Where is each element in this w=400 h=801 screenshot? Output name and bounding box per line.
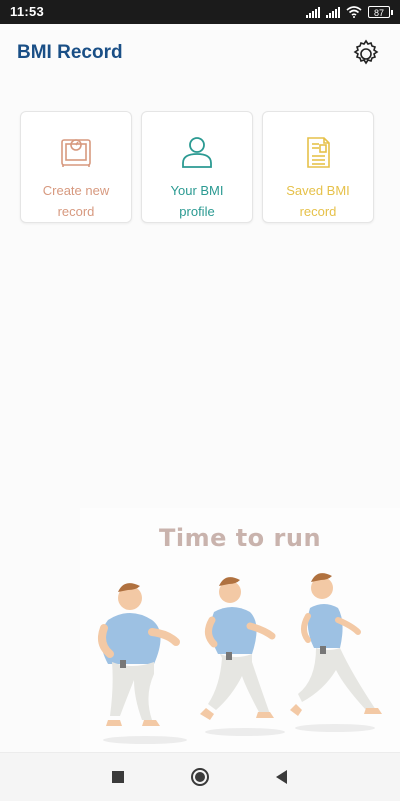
- scale-icon: [61, 139, 91, 167]
- system-nav-bar: [0, 752, 400, 801]
- app-bar: BMI Record: [0, 24, 400, 84]
- settings-button[interactable]: [350, 38, 382, 70]
- wifi-icon: [346, 6, 362, 18]
- home-button[interactable]: [190, 767, 210, 787]
- recents-icon: [112, 771, 124, 783]
- create-record-label: Create new record: [42, 183, 110, 219]
- status-bar: 11:53 87: [0, 0, 400, 24]
- battery-icon: 87: [368, 6, 393, 18]
- running-illustration: Time to run: [80, 508, 400, 752]
- gear-icon: [353, 39, 379, 65]
- bmi-profile-tile[interactable]: Your BMI profile: [141, 111, 253, 223]
- home-icon: [191, 768, 209, 786]
- back-icon: [276, 770, 287, 784]
- create-record-tile[interactable]: Create new record: [20, 111, 132, 223]
- signal-icon: [326, 6, 340, 18]
- status-time: 11:53: [10, 4, 45, 19]
- recents-button[interactable]: [108, 767, 128, 787]
- saved-record-label: Saved BMI record: [286, 183, 350, 219]
- signal-icon: [306, 6, 320, 18]
- saved-record-tile[interactable]: Saved BMI record: [262, 111, 374, 223]
- status-icons: 87: [306, 4, 393, 20]
- menu-tiles: Create new record Your BMI profile Saved…: [20, 111, 380, 223]
- document-icon: [307, 137, 330, 168]
- battery-level: 87: [373, 8, 384, 18]
- user-icon: [182, 137, 212, 168]
- bmi-profile-label: Your BMI profile: [170, 183, 224, 219]
- app-title: BMI Record: [17, 42, 123, 63]
- back-button[interactable]: [272, 767, 292, 787]
- runners-image: [98, 573, 382, 744]
